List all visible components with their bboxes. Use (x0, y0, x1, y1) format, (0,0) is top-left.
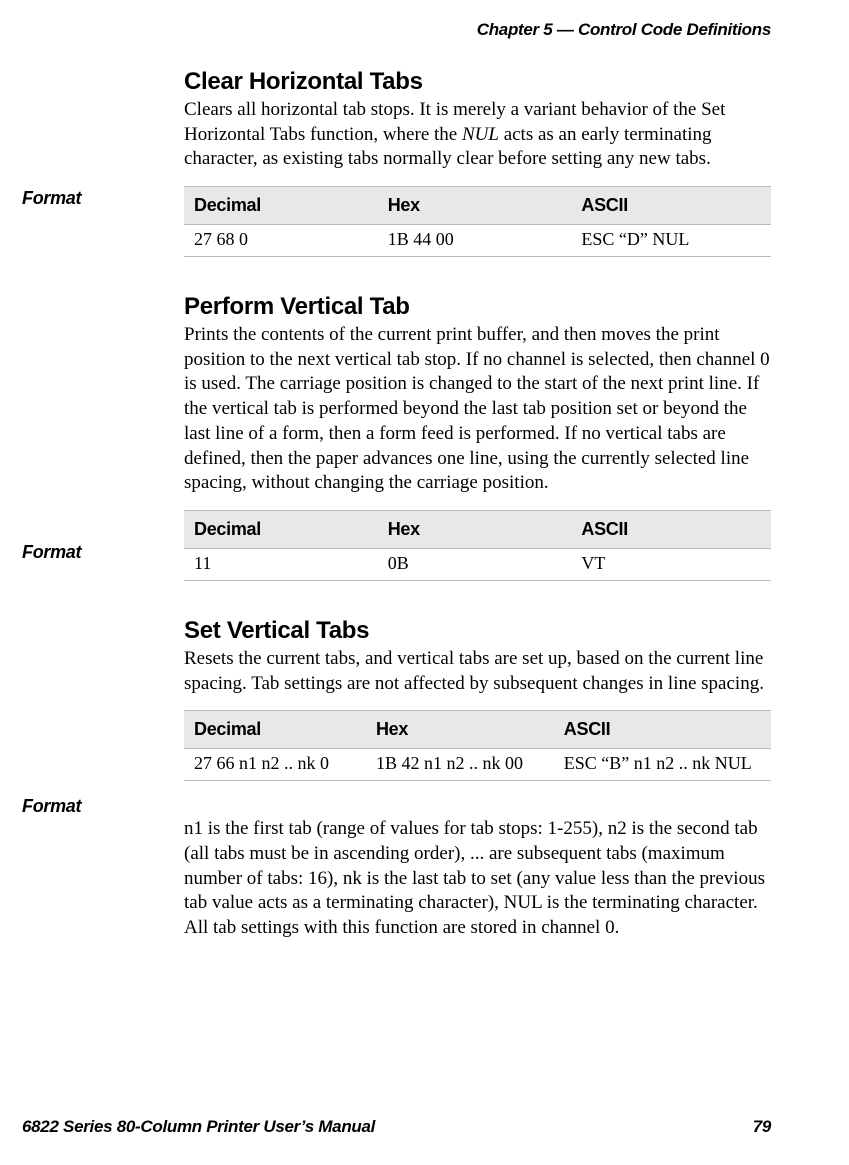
table-header-row: Decimal Hex ASCII (184, 187, 771, 225)
footer-manual-title: 6822 Series 80-Column Printer User’s Man… (22, 1117, 375, 1137)
table-header-row: Decimal Hex ASCII (184, 711, 771, 749)
body-text-note: n1 is the first tab (range of values for… (184, 817, 771, 940)
cell-hex: 0B (378, 548, 572, 580)
table-row: 27 66 n1 n2 .. nk 0 1B 42 n1 n2 .. nk 00… (184, 749, 771, 781)
cell-ascii: VT (571, 548, 771, 580)
cell-ascii: ESC “B” n1 n2 .. nk NUL (554, 749, 771, 781)
cell-hex: 1B 42 n1 n2 .. nk 00 (366, 749, 554, 781)
section-heading-perform-vertical-tab: Perform Vertical Tab (184, 293, 771, 321)
section-heading-clear-horizontal-tabs: Clear Horizontal Tabs (184, 68, 771, 96)
col-decimal: Decimal (184, 187, 378, 225)
format-label: Format (22, 188, 81, 209)
col-hex: Hex (366, 711, 554, 749)
body-text: Prints the contents of the current print… (184, 323, 771, 496)
col-hex: Hex (378, 510, 572, 548)
chapter-header: Chapter 5 — Control Code Definitions (22, 20, 771, 40)
section-heading-set-vertical-tabs: Set Vertical Tabs (184, 617, 771, 645)
col-ascii: ASCII (571, 187, 771, 225)
table-row: 11 0B VT (184, 548, 771, 580)
body-text: Resets the current tabs, and vertical ta… (184, 647, 771, 696)
cell-decimal: 27 68 0 (184, 225, 378, 257)
format-table-3: Decimal Hex ASCII 27 66 n1 n2 .. nk 0 1B… (184, 710, 771, 781)
page-footer: 6822 Series 80-Column Printer User’s Man… (22, 1117, 771, 1137)
body-text: Clears all horizontal tab stops. It is m… (184, 98, 771, 172)
cell-decimal: 27 66 n1 n2 .. nk 0 (184, 749, 366, 781)
cell-decimal: 11 (184, 548, 378, 580)
cell-hex: 1B 44 00 (378, 225, 572, 257)
col-hex: Hex (378, 187, 572, 225)
table-row: 27 68 0 1B 44 00 ESC “D” NUL (184, 225, 771, 257)
cell-ascii: ESC “D” NUL (571, 225, 771, 257)
format-table-1: Decimal Hex ASCII 27 68 0 1B 44 00 ESC “… (184, 186, 771, 257)
footer-page-number: 79 (753, 1117, 771, 1137)
col-ascii: ASCII (554, 711, 771, 749)
col-decimal: Decimal (184, 510, 378, 548)
nul-italic: NUL (462, 124, 499, 145)
table-header-row: Decimal Hex ASCII (184, 510, 771, 548)
format-table-2: Decimal Hex ASCII 11 0B VT (184, 510, 771, 581)
col-ascii: ASCII (571, 510, 771, 548)
format-label: Format (22, 542, 81, 563)
col-decimal: Decimal (184, 711, 366, 749)
format-label: Format (22, 796, 81, 817)
